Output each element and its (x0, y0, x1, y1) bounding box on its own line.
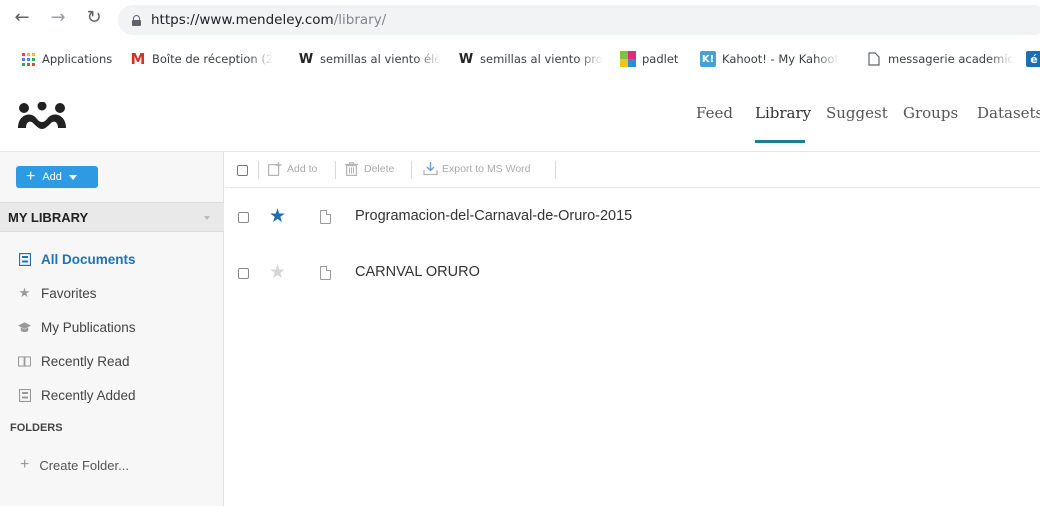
sidebar-item-my-publications[interactable]: My Publications (18, 317, 136, 337)
trash-icon (345, 162, 359, 177)
sidebar-item-label: Recently Added (41, 387, 136, 403)
page-icon (866, 51, 882, 67)
bookmarks-bar: Applications M Boîte de réception (2 W s… (0, 44, 1040, 74)
nav-suggest[interactable]: Suggest (826, 104, 888, 122)
reload-icon[interactable]: ↻ (84, 8, 104, 28)
nav-feed[interactable]: Feed (696, 104, 733, 122)
add-to-button[interactable]: Add to (268, 162, 318, 177)
partial-icon: é (1026, 51, 1040, 67)
bookmark-label: semillas al viento pro (480, 52, 603, 66)
browser-address-bar: ← → ↻ https://www.mendeley.com/library/ (0, 0, 1040, 40)
sidebar-item-all-documents[interactable]: All Documents (18, 249, 136, 269)
toolbar-divider (555, 161, 556, 179)
bookmark-semillas-2[interactable]: W semillas al viento pro (458, 50, 608, 68)
bookmark-applications[interactable]: Applications (20, 50, 112, 68)
nav-datasets[interactable]: Datasets (977, 104, 1040, 122)
add-button[interactable]: + Add (16, 166, 98, 188)
create-folder-button[interactable]: + Create Folder... (20, 456, 129, 474)
sidebar-item-recently-added[interactable]: Recently Added (18, 385, 136, 405)
apps-grid-icon (20, 51, 36, 67)
row-checkbox[interactable] (238, 212, 249, 223)
bookmark-semillas-1[interactable]: W semillas al viento élè (298, 50, 444, 68)
app-header: Feed Library Suggest Groups Datasets (0, 80, 1040, 152)
sidebar-item-favorites[interactable]: ★ Favorites (18, 283, 97, 303)
bookmark-messagerie[interactable]: messagerie academic (866, 50, 1016, 68)
sidebar-item-recently-read[interactable]: Recently Read (18, 351, 130, 371)
bookmark-partial[interactable]: é (1026, 50, 1040, 68)
arrow-left-icon[interactable]: ← (12, 8, 32, 28)
document-title[interactable]: Programacion-del-Carnaval-de-Oruro-2015 (355, 208, 632, 224)
caret-down-icon (204, 216, 210, 220)
bookmark-label: Applications (42, 52, 113, 66)
export-label: Export to MS Word (442, 163, 531, 175)
plus-icon: + (26, 168, 36, 185)
all-documents-icon (18, 252, 31, 266)
add-to-folder-icon (268, 162, 282, 177)
document-title[interactable]: CARNVAL ORURO (355, 264, 480, 280)
toolbar-divider (258, 161, 259, 179)
url-field[interactable]: https://www.mendeley.com/library/ (118, 5, 1040, 35)
my-library-title: MY LIBRARY (8, 210, 89, 225)
sidebar-item-label: All Documents (41, 251, 136, 267)
my-library-header[interactable]: MY LIBRARY (0, 202, 224, 232)
bookmark-label: Boîte de réception (2 (152, 52, 274, 66)
arrow-right-icon[interactable]: → (48, 8, 68, 28)
download-icon (423, 162, 438, 176)
star-icon[interactable]: ★ (269, 262, 286, 282)
kahoot-icon: K! (700, 51, 716, 67)
bookmark-gmail[interactable]: M Boîte de réception (2 (130, 50, 280, 68)
table-row[interactable]: ★ CARNVAL ORURO (225, 246, 1040, 302)
bookmark-label: padlet (642, 52, 679, 66)
row-checkbox[interactable] (238, 268, 249, 279)
file-icon (320, 266, 331, 280)
open-book-icon (18, 355, 31, 368)
toolbar-divider (411, 161, 412, 179)
padlet-icon (620, 51, 636, 67)
url-host: https://www.mendeley.com (151, 12, 334, 28)
add-button-label: Add (42, 171, 62, 183)
graduation-cap-icon (18, 321, 31, 334)
toolbar-divider (335, 161, 336, 179)
documents-toolbar: Add to Delete Export to MS Word (225, 152, 1040, 188)
bookmark-kahoot[interactable]: K! Kahoot! - My Kahoot (700, 50, 852, 68)
folders-section-title: FOLDERS (10, 422, 63, 434)
caret-down-icon (68, 174, 77, 180)
w-icon: W (298, 51, 314, 67)
url-path: /library/ (333, 12, 387, 28)
nav-library[interactable]: Library (755, 104, 811, 122)
star-icon: ★ (18, 285, 31, 301)
export-to-word-button[interactable]: Export to MS Word (423, 162, 531, 176)
sidebar-item-label: Recently Read (41, 353, 130, 369)
bookmark-label: Kahoot! - My Kahoot (722, 52, 839, 66)
delete-label: Delete (364, 163, 395, 175)
delete-button[interactable]: Delete (345, 162, 395, 177)
create-folder-label: Create Folder... (39, 457, 129, 473)
select-all-checkbox[interactable] (237, 165, 248, 176)
bookmark-padlet[interactable]: padlet (620, 50, 678, 68)
file-icon (320, 210, 331, 224)
bookmark-label: semillas al viento élè (320, 52, 442, 66)
sidebar-item-label: My Publications (41, 319, 136, 335)
bookmark-label: messagerie academic (888, 52, 1014, 66)
lock-icon (132, 14, 141, 26)
recently-added-icon (18, 388, 31, 402)
star-icon[interactable]: ★ (269, 206, 286, 226)
gmail-icon: M (130, 50, 146, 68)
mendeley-logo[interactable] (14, 102, 70, 130)
sidebar-item-label: Favorites (41, 285, 97, 301)
nav-groups[interactable]: Groups (903, 104, 958, 122)
table-row[interactable]: ★ Programacion-del-Carnaval-de-Oruro-201… (225, 190, 1040, 246)
add-to-label: Add to (287, 163, 318, 175)
nav-active-underline (755, 140, 805, 143)
w-icon: W (458, 51, 474, 67)
library-sidebar: + Add MY LIBRARY All Documents ★ Favorit… (0, 152, 224, 506)
plus-icon: + (20, 456, 30, 473)
